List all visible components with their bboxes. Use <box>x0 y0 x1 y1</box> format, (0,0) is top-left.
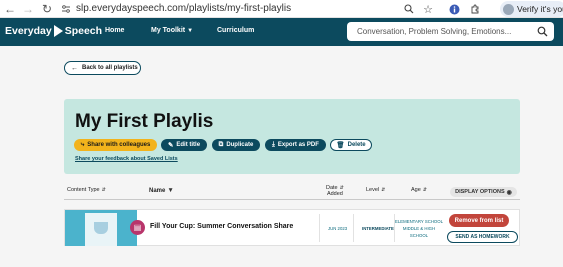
date-added-value: JUN 2023 <box>328 226 348 231</box>
delete-button[interactable]: 🗑 Delete <box>330 139 372 151</box>
column-age[interactable]: Age ⇵ <box>411 187 427 193</box>
extensions-puzzle-icon[interactable] <box>467 1 483 17</box>
chevron-down-icon: ▼ <box>187 28 194 34</box>
activity-title[interactable]: Fill Your Cup: Summer Conversation Share <box>150 223 293 230</box>
age-line-2: MIDDLE & HIGH <box>402 226 436 231</box>
feedback-link[interactable]: Share your feedback about Saved Lists <box>75 156 178 162</box>
thumbnail-cup <box>94 222 108 234</box>
sort-descending-icon: ▼ <box>167 187 174 194</box>
duplicate-button[interactable]: ⧉ Duplicate <box>212 139 260 151</box>
avatar <box>503 3 514 15</box>
playlist-hero: My First Playlis ⤷ Share with colleagues… <box>64 99 520 174</box>
search-icon[interactable] <box>537 26 548 37</box>
extension-info-icon[interactable] <box>446 1 462 17</box>
logo-text-everyday: Everyday <box>5 25 52 37</box>
column-level[interactable]: Level ⇵ <box>366 187 385 193</box>
bookmark-star-icon[interactable]: ☆ <box>420 1 436 17</box>
forward-arrow-icon[interactable]: → <box>18 0 38 18</box>
column-content-type-label: Content Type <box>67 187 100 193</box>
nav-curriculum[interactable]: Curriculum <box>217 27 254 34</box>
pencil-icon: ✎ <box>167 142 174 149</box>
export-label: Export as PDF <box>277 142 319 148</box>
url-text: slp.everydayspeech.com/playlists/my-firs… <box>76 3 292 14</box>
back-arrow-icon[interactable]: ← <box>0 0 20 18</box>
site-header: Everyday Speech Home My Toolkit ▼ Curricu… <box>0 18 563 46</box>
site-info-icon[interactable] <box>60 3 72 15</box>
search-placeholder: Conversation, Problem Solving, Emotions.… <box>357 27 512 36</box>
share-label: Share with colleagues <box>87 142 151 148</box>
export-pdf-button[interactable]: ⤓ Export as PDF <box>265 139 326 151</box>
divider <box>319 214 320 242</box>
edit-title-button[interactable]: ✎ Edit title <box>161 139 207 151</box>
column-date-label-2: Added <box>326 191 343 197</box>
sort-icon: ⇵ <box>101 187 106 193</box>
eye-icon: ◉ <box>506 189 512 196</box>
zoom-icon[interactable] <box>401 1 417 17</box>
column-content-type[interactable]: Content Type ⇵ <box>67 187 106 193</box>
age-line-3: SCHOOL <box>409 233 429 238</box>
copy-icon: ⧉ <box>218 141 224 148</box>
column-name-label: Name <box>149 188 166 194</box>
document-icon: ▤ <box>130 220 145 235</box>
logo-play-icon <box>53 25 63 37</box>
divider <box>353 214 354 242</box>
column-name[interactable]: Name ▼ <box>149 187 174 194</box>
remove-from-list-button[interactable]: Remove from list <box>449 214 509 227</box>
share-icon: ⤷ <box>80 141 85 148</box>
arrow-left-icon: ← <box>71 64 78 72</box>
table-header: Content Type ⇵ Name ▼ Date ⇵ Added Level ⇵ Ag… <box>64 184 520 200</box>
nav-home[interactable]: Home <box>105 27 124 34</box>
column-date-added[interactable]: Date ⇵ Added <box>326 185 344 197</box>
age-line-1: ELEMENTARY SCHOOL <box>395 219 443 224</box>
download-icon: ⤓ <box>272 141 275 148</box>
back-label: Back to all playlists <box>82 65 138 71</box>
sort-icon: ⇵ <box>422 187 427 193</box>
delete-label: Delete <box>347 142 366 148</box>
share-with-colleagues-button[interactable]: ⤷ Share with colleagues <box>74 139 157 151</box>
site-logo[interactable]: Everyday Speech <box>5 25 102 37</box>
reload-icon[interactable]: ↻ <box>37 0 57 18</box>
display-options-label: DISPLAY OPTIONS <box>455 189 505 195</box>
duplicate-label: Duplicate <box>226 142 254 148</box>
address-bar[interactable]: slp.everydayspeech.com/playlists/my-firs… <box>60 1 460 16</box>
nav-my-toolkit-label: My Toolkit <box>151 27 186 34</box>
display-options-button[interactable]: DISPLAY OPTIONS ◉ <box>450 187 517 197</box>
send-as-homework-button[interactable]: SEND AS HOMEWORK <box>447 231 518 243</box>
age-value: ELEMENTARY SCHOOL MIDDLE & HIGH SCHOOL <box>394 218 444 239</box>
table-row[interactable]: ▤ Fill Your Cup: Summer Conversation Sha… <box>64 209 520 246</box>
edit-title-label: Edit title <box>176 142 201 148</box>
search-input[interactable]: Conversation, Problem Solving, Emotions.… <box>347 22 554 41</box>
back-to-playlists-button[interactable]: ← Back to all playlists <box>64 61 141 75</box>
activity-thumbnail[interactable] <box>65 210 137 246</box>
column-age-label: Age <box>411 187 421 193</box>
sort-icon: ⇵ <box>381 187 386 193</box>
browser-toolbar: ← → ↻ slp.everydayspeech.com/playlists/m… <box>0 0 563 18</box>
page-title: My First Playlis <box>75 111 214 132</box>
nav-my-toolkit[interactable]: My Toolkit ▼ <box>151 27 193 34</box>
profile-label: Verify it's you <box>517 4 563 14</box>
trash-icon: 🗑 <box>336 142 345 149</box>
column-level-label: Level <box>366 187 380 193</box>
logo-text-speech: Speech <box>64 25 103 37</box>
profile-button[interactable]: Verify it's you <box>500 1 563 17</box>
level-value: INTERMEDIATE <box>362 226 394 231</box>
